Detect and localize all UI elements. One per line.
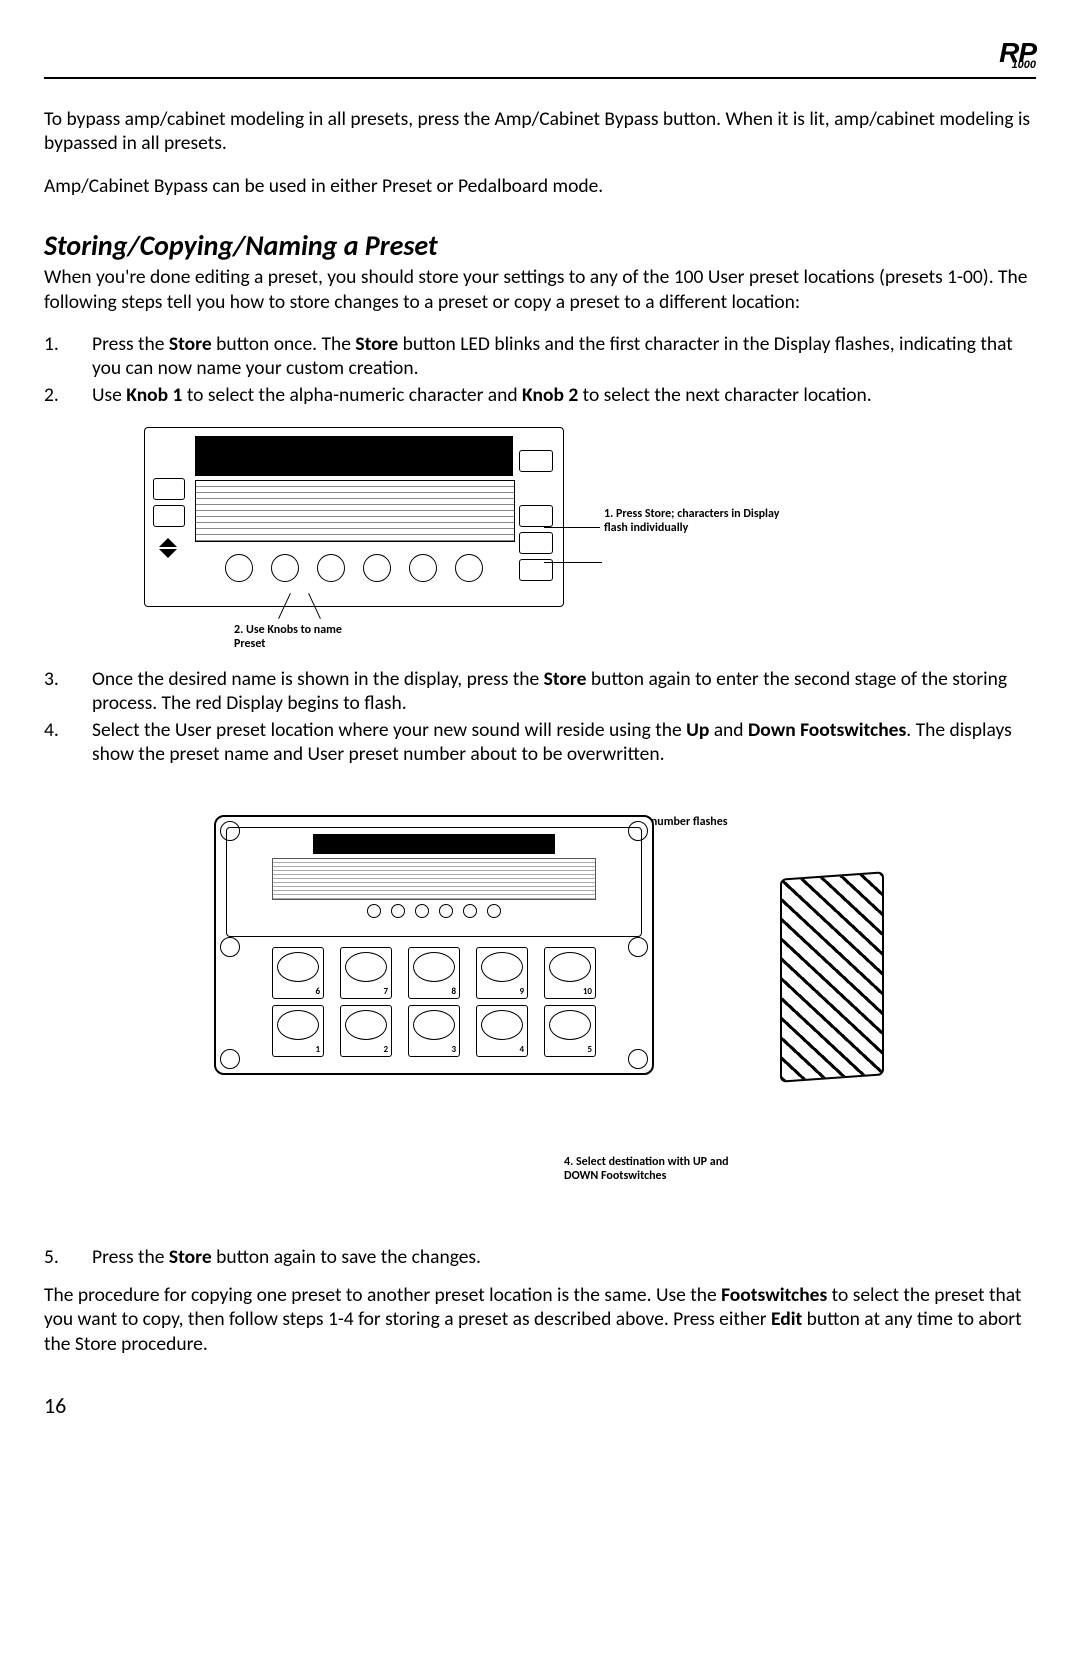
- steps-list-b: 3. Once the desired name is shown in the…: [44, 667, 1036, 767]
- section-heading: Storing/Copying/Naming a Preset: [44, 228, 1036, 263]
- footswitch-7: 7: [340, 947, 392, 999]
- bolt-icon: [220, 1049, 240, 1069]
- footswitch-4: 4: [476, 1005, 528, 1057]
- knob-5: [409, 554, 437, 582]
- pedalboard-body: 6 7 8 9 10 1 2 3 4 5: [214, 815, 654, 1075]
- footswitch-3: 3: [408, 1005, 460, 1057]
- step-number: 2.: [44, 383, 92, 407]
- step-5: 5. Press the Store button again to save …: [44, 1245, 1036, 1269]
- page-header: RP 1000: [44, 40, 1036, 79]
- bypass-button: [519, 505, 553, 527]
- edit-arrows: [153, 538, 183, 558]
- knob-2: [271, 554, 299, 582]
- step-number: 1.: [44, 332, 92, 381]
- callout-1: 1. Press Store; characters in Display fl…: [604, 507, 784, 536]
- looper-button: [519, 450, 553, 472]
- knob-3: [317, 554, 345, 582]
- device-panel-illustration: [144, 427, 564, 607]
- knob: [415, 904, 429, 918]
- knob: [487, 904, 501, 918]
- bolt-icon: [220, 937, 240, 957]
- display-screen: [195, 436, 513, 476]
- knob: [439, 904, 453, 918]
- callout-2: 2. Use Knobs to name Preset: [234, 623, 374, 652]
- step-text: Use Knob 1 to select the alpha-numeric c…: [92, 383, 1036, 407]
- footswitch-8: 8: [408, 947, 460, 999]
- intro-paragraph-1: To bypass amp/cabinet modeling in all pr…: [44, 107, 1036, 156]
- bolt-icon: [628, 821, 648, 841]
- callout-line: [544, 527, 600, 528]
- amp-cab-bypass-button: [153, 505, 185, 527]
- step-text: Press the Store button once. The Store b…: [92, 332, 1036, 381]
- knob-row: [195, 554, 513, 582]
- step-text: Once the desired name is shown in the di…: [92, 667, 1036, 716]
- step-2: 2. Use Knob 1 to select the alpha-numeri…: [44, 383, 1036, 407]
- footswitch-5: 5: [544, 1005, 596, 1057]
- knob-row: [233, 904, 635, 918]
- step-text: Select the User preset location where yo…: [92, 718, 1036, 767]
- steps-list-a: 1. Press the Store button once. The Stor…: [44, 332, 1036, 407]
- footswitch-10: 10: [544, 947, 596, 999]
- page-number: 16: [44, 1392, 1036, 1419]
- bolt-icon: [220, 821, 240, 841]
- step-number: 5.: [44, 1245, 92, 1269]
- parameter-matrix: [272, 858, 596, 900]
- top-panel: [226, 827, 642, 937]
- step-text: Press the Store button again to save the…: [92, 1245, 1036, 1269]
- callout-line: [544, 562, 602, 563]
- bolt-icon: [628, 937, 648, 957]
- parameter-matrix: [195, 480, 515, 542]
- step-number: 3.: [44, 667, 92, 716]
- device-full-illustration: 6 7 8 9 10 1 2 3 4 5: [214, 815, 774, 1095]
- step-4: 4. Select the User preset location where…: [44, 718, 1036, 767]
- footswitch-6: 6: [272, 947, 324, 999]
- section-intro: When you're done editing a preset, you s…: [44, 265, 1036, 314]
- knob-6: [455, 554, 483, 582]
- knob: [391, 904, 405, 918]
- up-arrow-icon: [159, 538, 177, 547]
- knob-1: [225, 554, 253, 582]
- product-logo: RP 1000: [999, 40, 1036, 71]
- footswitch-9: 9: [476, 947, 528, 999]
- steps-list-c: 5. Press the Store button again to save …: [44, 1245, 1036, 1269]
- footswitch-1: 1: [272, 1005, 324, 1057]
- step-1: 1. Press the Store button once. The Stor…: [44, 332, 1036, 381]
- footswitch-row-top: 6 7 8 9 10: [226, 947, 642, 999]
- closing-paragraph: The procedure for copying one preset to …: [44, 1283, 1036, 1356]
- stomp-loop-button: [153, 478, 185, 500]
- down-arrow-icon: [159, 549, 177, 558]
- footswitch-2: 2: [340, 1005, 392, 1057]
- footswitch-row-bottom: 1 2 3 4 5: [226, 1005, 642, 1057]
- figure-2: 3. Press Store again; Preset number flas…: [184, 815, 944, 1235]
- step-number: 4.: [44, 718, 92, 767]
- knob-4: [363, 554, 391, 582]
- intro-paragraph-2: Amp/Cabinet Bypass can be used in either…: [44, 174, 1036, 198]
- expression-pedal: [780, 871, 884, 1082]
- callout-4: 4. Select destination with UP and DOWN F…: [564, 1155, 764, 1184]
- figure-1: 1. Press Store; characters in Display fl…: [144, 427, 784, 657]
- bolt-icon: [628, 1049, 648, 1069]
- knob: [463, 904, 477, 918]
- display-screen: [313, 834, 554, 854]
- pedalboard-button: [519, 532, 553, 554]
- step-3: 3. Once the desired name is shown in the…: [44, 667, 1036, 716]
- knob: [367, 904, 381, 918]
